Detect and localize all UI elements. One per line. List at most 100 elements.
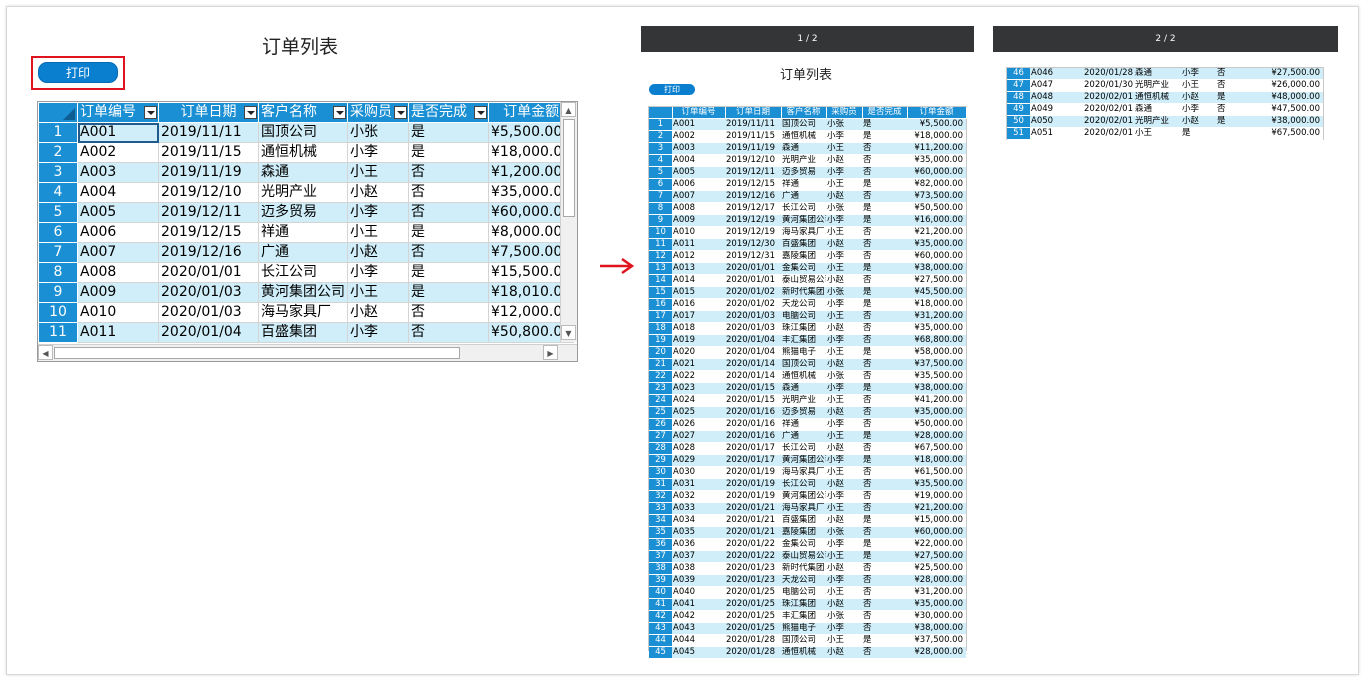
table-cell[interactable]: A006: [77, 222, 159, 243]
scroll-left-icon[interactable]: ◀: [38, 345, 53, 360]
table-cell[interactable]: A008: [77, 262, 159, 283]
table-cell[interactable]: 小张: [347, 122, 409, 143]
table-cell[interactable]: A010: [77, 302, 159, 323]
table-cell[interactable]: A011: [77, 322, 159, 343]
table-cell[interactable]: A003: [77, 162, 159, 183]
table-cell[interactable]: 2019/12/11: [158, 202, 259, 223]
row-header[interactable]: 6: [38, 222, 78, 243]
table-cell[interactable]: A004: [77, 182, 159, 203]
table-cell[interactable]: 小李: [347, 262, 409, 283]
table-cell[interactable]: 是: [408, 122, 489, 143]
table-row[interactable]: 11 A011 2020/01/04 百盛集团 小李否 ¥50,800.00: [38, 322, 575, 343]
table-cell[interactable]: 光明产业: [258, 182, 348, 203]
table-cell[interactable]: A007: [77, 242, 159, 263]
scroll-thumb-horizontal[interactable]: [54, 347, 460, 359]
table-cell[interactable]: 小李: [347, 202, 409, 223]
table-cell[interactable]: 广通: [258, 242, 348, 263]
spreadsheet[interactable]: 订单编号 订单日期 客户名称 采购员 是否完成 订单金额 1 A001 2019/1…: [37, 101, 578, 362]
filter-dropdown-icon[interactable]: [144, 106, 157, 119]
table-cell[interactable]: 否: [408, 162, 489, 183]
filter-dropdown-icon[interactable]: [394, 106, 407, 119]
header-buyer[interactable]: 采购员: [347, 102, 409, 123]
scroll-up-icon[interactable]: ▲: [561, 102, 576, 117]
table-cell[interactable]: 否: [408, 182, 489, 203]
header-order-date[interactable]: 订单日期: [158, 102, 259, 123]
table-cell[interactable]: 是: [408, 222, 489, 243]
table-cell[interactable]: 是: [408, 282, 489, 303]
filter-dropdown-icon[interactable]: [244, 106, 257, 119]
table-cell[interactable]: 2020/01/01: [158, 262, 259, 283]
table-cell[interactable]: 小王: [347, 222, 409, 243]
table-row[interactable]: 1 A001 2019/11/11 国顶公司 小张是 ¥5,500.00: [38, 122, 575, 143]
table-cell[interactable]: 小赵: [347, 302, 409, 323]
table-cell[interactable]: 否: [408, 242, 489, 263]
table-cell[interactable]: 2019/12/10: [158, 182, 259, 203]
table-cell[interactable]: 2020/01/04: [158, 322, 259, 343]
row-header[interactable]: 11: [38, 322, 78, 343]
table-row[interactable]: 3 A003 2019/11/19 森通 小王否 ¥1,200.00: [38, 162, 575, 183]
row-header[interactable]: 2: [38, 142, 78, 163]
vertical-scrollbar[interactable]: ▲ ▼: [560, 102, 577, 342]
row-header[interactable]: 8: [38, 262, 78, 283]
table-row[interactable]: 10 A010 2020/01/03 海马家具厂 小赵否 ¥12,000.00: [38, 302, 575, 323]
select-all-corner[interactable]: [38, 102, 78, 123]
table-cell[interactable]: 小李: [347, 322, 409, 343]
table-cell[interactable]: 通恒机械: [258, 142, 348, 163]
table-cell[interactable]: 百盛集团: [258, 322, 348, 343]
table-cell[interactable]: 海马家具厂: [258, 302, 348, 323]
table-cell[interactable]: 2019/12/15: [158, 222, 259, 243]
table-cell[interactable]: 否: [408, 302, 489, 323]
print-button[interactable]: 打印: [38, 62, 118, 83]
table-row[interactable]: 4 A004 2019/12/10 光明产业 小赵否 ¥35,000.00: [38, 182, 575, 203]
table-row[interactable]: 7 A007 2019/12/16 广通 小赵否 ¥7,500.00: [38, 242, 575, 263]
table-row[interactable]: 5 A005 2019/12/11 迈多贸易 小李否 ¥60,000.00: [38, 202, 575, 223]
table-cell[interactable]: 小王: [347, 162, 409, 183]
table-cell[interactable]: A002: [77, 142, 159, 163]
row-header[interactable]: 3: [38, 162, 78, 183]
table-cell[interactable]: 2019/12/16: [158, 242, 259, 263]
table-cell[interactable]: 森通: [258, 162, 348, 183]
table-cell[interactable]: 否: [408, 202, 489, 223]
table-cell[interactable]: 是: [408, 142, 489, 163]
table-cell[interactable]: 迈多贸易: [258, 202, 348, 223]
table-cell[interactable]: A001: [77, 122, 159, 143]
table-row[interactable]: 8 A008 2020/01/01 长江公司 小李是 ¥15,500.00: [38, 262, 575, 283]
table-cell[interactable]: 小王: [347, 282, 409, 303]
table-cell[interactable]: 2019/11/11: [158, 122, 259, 143]
table-cell: ¥50,500.00: [907, 202, 966, 216]
horizontal-scrollbar[interactable]: ◀ ▶: [38, 344, 577, 361]
table-cell[interactable]: 2020/01/03: [158, 302, 259, 323]
filter-dropdown-icon[interactable]: [333, 106, 346, 119]
row-header[interactable]: 7: [38, 242, 78, 263]
table-row[interactable]: 9 A009 2020/01/03 黄河集团公司 小王是 ¥18,010.00: [38, 282, 575, 303]
table-cell[interactable]: 长江公司: [258, 262, 348, 283]
scroll-thumb[interactable]: [563, 119, 575, 217]
scroll-right-icon[interactable]: ▶: [543, 345, 558, 360]
table-cell[interactable]: 2019/11/15: [158, 142, 259, 163]
row-header[interactable]: 10: [38, 302, 78, 323]
row-header[interactable]: 5: [38, 202, 78, 223]
table-cell[interactable]: 否: [408, 322, 489, 343]
header-order-id[interactable]: 订单编号: [77, 102, 159, 123]
header-customer[interactable]: 客户名称: [258, 102, 348, 123]
table-cell[interactable]: 小赵: [347, 242, 409, 263]
table-cell[interactable]: 祥通: [258, 222, 348, 243]
row-header[interactable]: 4: [38, 182, 78, 203]
table-cell[interactable]: A009: [77, 282, 159, 303]
table-cell[interactable]: 小赵: [347, 182, 409, 203]
row-header[interactable]: 9: [38, 282, 78, 303]
table-cell[interactable]: 小李: [347, 142, 409, 163]
table-cell[interactable]: 是: [408, 262, 489, 283]
table-row[interactable]: 2 A002 2019/11/15 通恒机械 小李是 ¥18,000.00: [38, 142, 575, 163]
table-cell: 2020/02/01: [1083, 127, 1134, 141]
header-completed[interactable]: 是否完成: [408, 102, 489, 123]
filter-dropdown-icon[interactable]: [474, 106, 487, 119]
table-cell[interactable]: 黄河集团公司: [258, 282, 348, 303]
table-cell[interactable]: 国顶公司: [258, 122, 348, 143]
table-cell[interactable]: A005: [77, 202, 159, 223]
row-header[interactable]: 1: [38, 122, 78, 143]
table-cell[interactable]: 2019/11/19: [158, 162, 259, 183]
table-cell[interactable]: 2020/01/03: [158, 282, 259, 303]
table-row[interactable]: 6 A006 2019/12/15 祥通 小王是 ¥8,000.00: [38, 222, 575, 243]
scroll-down-icon[interactable]: ▼: [561, 325, 576, 340]
